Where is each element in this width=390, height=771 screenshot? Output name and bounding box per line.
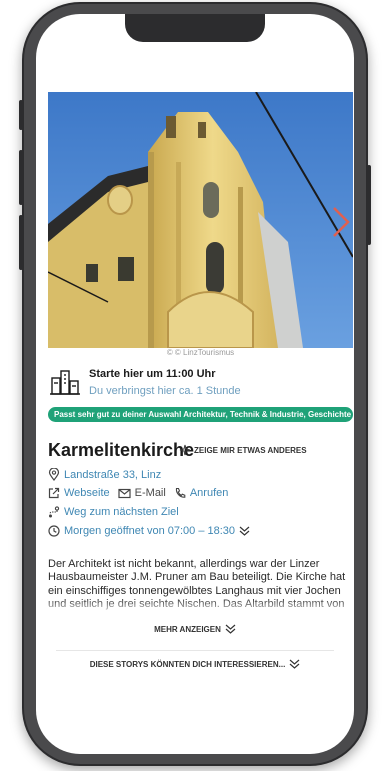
call-link[interactable]: Anrufen — [190, 487, 229, 499]
external-link-icon — [48, 487, 60, 499]
chevron-down-icon — [289, 659, 300, 669]
volume-down-button — [19, 215, 23, 270]
image-caption: © © LinzTourismus — [166, 348, 235, 357]
route-link[interactable]: Weg zum nächsten Ziel — [64, 506, 179, 518]
show-other-button[interactable]: ZEIGE MIR ETWAS ANDERES — [179, 444, 307, 456]
start-info: Starte hier um 11:00 Uhr Du verbringst h… — [48, 366, 348, 402]
divider — [56, 650, 334, 651]
route-row[interactable]: Weg zum nächsten Ziel — [48, 506, 179, 518]
hours-row[interactable]: Morgen geöffnet von 07:00 – 18:30 — [48, 525, 250, 537]
stories-toggle[interactable]: DIESE STORYS KÖNNTEN DICH INTERESSIEREN.… — [36, 659, 354, 669]
opening-hours[interactable]: Morgen geöffnet von 07:00 – 18:30 — [64, 525, 235, 537]
route-icon — [49, 506, 60, 518]
city-icon — [50, 370, 80, 395]
chevron-down-icon — [225, 624, 236, 634]
website-link[interactable]: Webseite — [64, 487, 110, 499]
place-title: Karmelitenkirche — [48, 440, 195, 460]
show-other-label: ZEIGE MIR ETWAS ANDERES — [194, 445, 307, 455]
hero-image — [48, 92, 353, 348]
description-fade — [48, 598, 354, 616]
chevron-right-icon[interactable] — [331, 206, 351, 238]
phone-notch — [125, 14, 265, 42]
location-pin-icon — [48, 468, 60, 481]
chevron-down-icon[interactable] — [239, 526, 250, 536]
start-time: Starte hier um 11:00 Uhr — [89, 368, 216, 380]
show-more-label: MEHR ANZEIGEN — [154, 624, 221, 634]
power-button — [367, 165, 371, 245]
match-badge: Passt sehr gut zu deiner Auswahl Archite… — [48, 407, 353, 422]
volume-up-button — [19, 150, 23, 205]
stories-label: DIESE STORYS KÖNNTEN DICH INTERESSIEREN.… — [89, 659, 286, 669]
mail-icon — [118, 488, 131, 498]
mute-switch — [19, 100, 23, 130]
email-link[interactable]: E-Mail — [135, 487, 166, 499]
duration-text: Du verbringst hier ca. 1 Stunde — [89, 385, 241, 397]
sparkle-icon — [179, 444, 191, 456]
clock-icon — [48, 525, 60, 537]
contact-row: Webseite E-Mail Anrufen — [48, 487, 228, 499]
address-row[interactable]: Landstraße 33, Linz — [48, 468, 161, 481]
phone-icon — [175, 487, 186, 498]
show-more-button[interactable]: MEHR ANZEIGEN — [36, 624, 354, 634]
app-screen: © © LinzTourismus Starte hier um 11:00 U… — [36, 14, 354, 754]
address-link[interactable]: Landstraße 33, Linz — [64, 469, 161, 481]
